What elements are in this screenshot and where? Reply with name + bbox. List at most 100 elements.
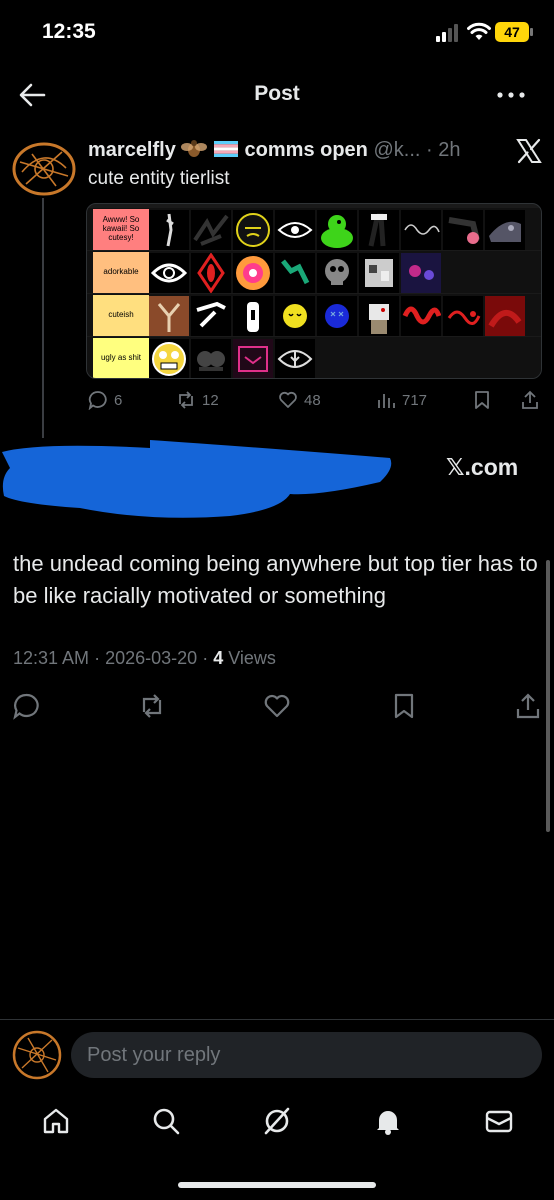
notifications-icon[interactable] <box>373 1106 403 1136</box>
x-logo-icon <box>516 138 542 164</box>
entity-image <box>149 339 189 378</box>
separator: · <box>426 139 433 161</box>
analytics-icon <box>378 394 395 408</box>
entity-image <box>149 210 189 250</box>
tier-label: adorkable <box>93 252 149 293</box>
share-icon <box>522 390 538 409</box>
reply-count: 6 <box>114 391 123 409</box>
entity-image <box>401 210 441 250</box>
author-row[interactable]: marcelfly comms open @k... · 2h <box>88 138 460 162</box>
status-time: 12:35 <box>42 20 96 43</box>
entity-image <box>233 253 273 293</box>
home-indicator <box>178 1182 376 1188</box>
tier-label: Awww! So kawaii! So cutesy! <box>93 209 149 250</box>
entity-image <box>149 296 189 336</box>
entity-image <box>275 210 315 250</box>
page-title: Post <box>254 82 300 105</box>
transgender-flag-emoji <box>213 139 239 161</box>
tier-row: ugly as shit <box>87 337 541 378</box>
reply-input[interactable] <box>71 1032 542 1078</box>
fly-emoji <box>181 139 208 161</box>
redaction-scribble <box>2 440 392 518</box>
entity-image <box>485 296 525 336</box>
post-time: 12:31 AM <box>13 648 90 668</box>
signal-icon <box>436 24 458 42</box>
entity-image <box>401 253 441 293</box>
bookmark-icon <box>475 391 489 409</box>
author-handle[interactable]: @k... <box>373 139 420 161</box>
entity-image <box>191 210 231 250</box>
entity-image <box>275 253 315 293</box>
repost-count: 12 <box>202 391 219 409</box>
bookmark-button[interactable] <box>472 390 492 410</box>
avatar[interactable] <box>12 1030 62 1080</box>
reply-icon <box>88 391 107 410</box>
home-icon[interactable] <box>41 1106 71 1136</box>
heart-icon <box>279 391 297 408</box>
wifi-icon <box>467 22 491 40</box>
post-action-bar <box>0 690 554 722</box>
entity-image <box>401 296 441 336</box>
quoted-post-actions: 6 12 48 717 <box>88 390 544 416</box>
author-name[interactable]: marcelfly <box>88 139 176 161</box>
nav-header: Post <box>0 66 554 122</box>
more-horizontal-icon[interactable] <box>496 90 526 100</box>
tier-label: cuteish <box>93 295 149 336</box>
grok-icon[interactable] <box>262 1106 292 1136</box>
status-bar: 12:35 47 <box>0 0 554 66</box>
share-button[interactable] <box>520 390 540 410</box>
entity-image <box>149 253 189 293</box>
separator: · <box>94 648 101 668</box>
repost-button[interactable]: 12 <box>176 390 219 410</box>
views-button[interactable]: 717 <box>376 390 427 410</box>
like-count: 48 <box>304 391 321 409</box>
avatar[interactable] <box>12 142 76 196</box>
repost-icon[interactable] <box>138 692 166 720</box>
separator: · <box>202 648 209 668</box>
scrollbar[interactable] <box>546 560 550 832</box>
entity-image <box>275 339 315 378</box>
tab-bar <box>0 1096 554 1156</box>
post-time: 2h <box>438 139 461 161</box>
messages-icon[interactable] <box>484 1106 514 1136</box>
entity-image <box>443 296 483 336</box>
entity-image <box>317 210 357 250</box>
like-button[interactable]: 48 <box>278 390 321 410</box>
entity-image <box>317 253 357 293</box>
views-count: 4 <box>213 648 224 668</box>
repost-icon <box>179 391 193 409</box>
views-label: Views <box>228 648 276 668</box>
battery-icon: 47 <box>495 22 533 42</box>
entity-image <box>191 296 231 336</box>
bookmark-icon[interactable] <box>390 692 418 720</box>
divider <box>0 1019 554 1020</box>
tierlist-image[interactable]: Awww! So kawaii! So cutesy! adorkable cu… <box>86 203 542 379</box>
tier-row: Awww! So kawaii! So cutesy! <box>87 208 541 250</box>
entity-image <box>233 210 273 250</box>
reply-icon[interactable] <box>12 692 40 720</box>
views-count: 717 <box>402 391 428 409</box>
entity-image <box>233 339 273 378</box>
share-icon[interactable] <box>514 692 542 720</box>
entity-image <box>359 253 399 293</box>
heart-icon[interactable] <box>263 692 291 720</box>
entity-image <box>317 296 357 336</box>
entity-image <box>485 210 525 250</box>
post-meta: 12:31 AM · 2026-03-20 · 4 Views <box>13 648 276 669</box>
reply-button[interactable]: 6 <box>88 390 122 410</box>
author-suffix: comms open <box>244 139 368 161</box>
battery-level: 47 <box>504 24 520 40</box>
tier-row: adorkable <box>87 251 541 293</box>
entity-image <box>359 210 399 250</box>
source-link[interactable]: 𝕏.com <box>446 454 518 481</box>
post-date: 2026-03-20 <box>105 648 198 668</box>
tier-row: cuteish <box>87 294 541 336</box>
tier-label: ugly as shit <box>93 338 149 378</box>
entity-image <box>275 296 315 336</box>
entity-image <box>191 339 231 378</box>
post-text: the undead coming being anywhere but top… <box>13 551 538 608</box>
entity-image <box>443 210 483 250</box>
entity-image <box>233 296 273 336</box>
thread-line <box>42 198 44 438</box>
search-icon[interactable] <box>151 1106 181 1136</box>
